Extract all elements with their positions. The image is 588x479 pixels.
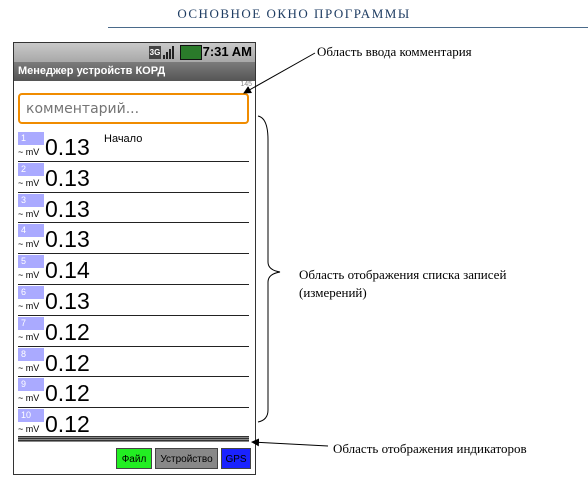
comment-arrow [243,52,316,94]
annotation-arrows [243,52,329,447]
indicator-arrow [251,438,329,447]
list-brace [257,115,281,423]
